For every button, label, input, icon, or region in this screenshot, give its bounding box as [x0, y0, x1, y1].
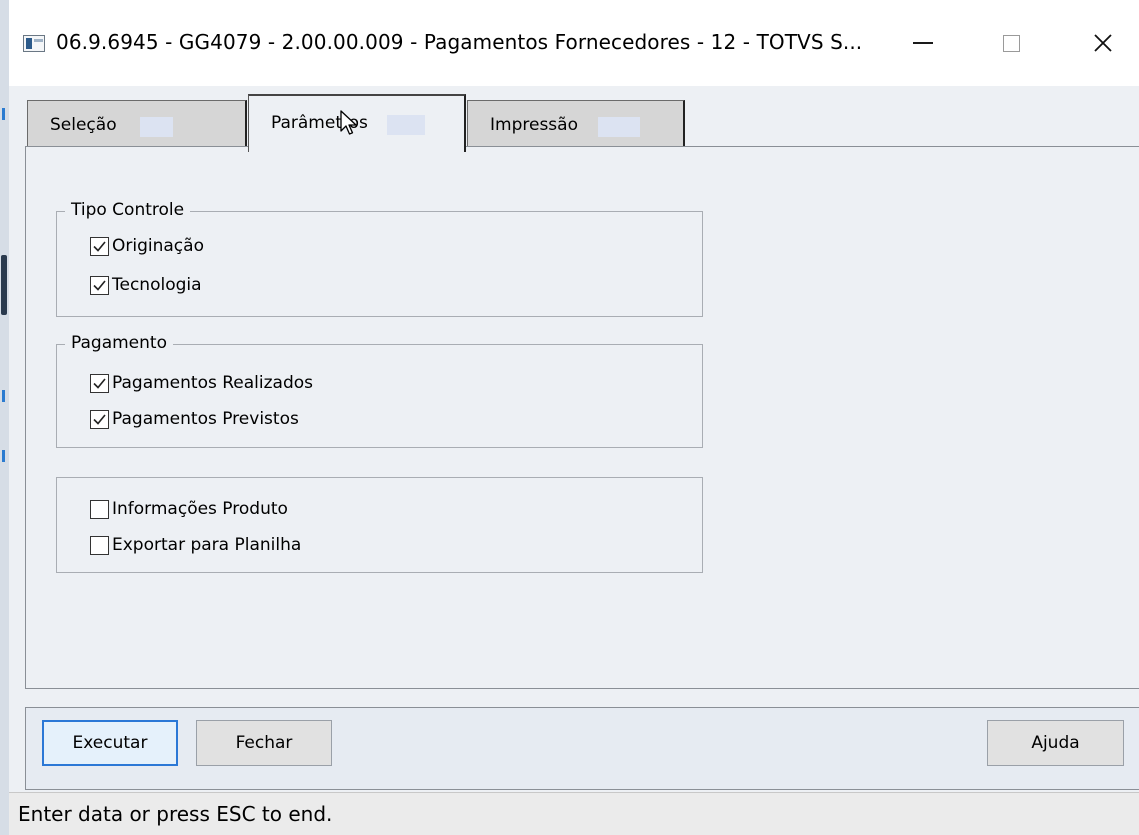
close-button[interactable]	[1079, 22, 1127, 64]
minimize-button[interactable]	[899, 22, 947, 64]
checkbox-unchecked-icon[interactable]	[90, 499, 109, 519]
checkbox-informacoes-produto[interactable]: Informações Produto	[90, 497, 288, 521]
tab-label: Parâmetros	[271, 113, 368, 133]
checkbox-exportar-planilha[interactable]: Exportar para Planilha	[90, 533, 301, 557]
checkbox-checked-icon[interactable]	[90, 236, 109, 256]
tab-highlight	[387, 115, 425, 135]
tab-impressao[interactable]: Impressão	[467, 100, 685, 148]
group-tipo-controle: Tipo Controle Originação Tecnologia	[56, 200, 703, 317]
checkbox-checked-icon[interactable]	[90, 275, 109, 295]
tab-highlight	[598, 117, 640, 137]
button-bar: Executar Fechar Ajuda	[25, 707, 1139, 790]
edge-accent	[1, 255, 7, 315]
tab-selecao[interactable]: Seleção	[27, 100, 247, 148]
edge-accent	[2, 390, 5, 402]
desktop-edge	[0, 0, 9, 835]
checkbox-pagamentos-realizados[interactable]: Pagamentos Realizados	[90, 371, 313, 395]
checkbox-tecnologia[interactable]: Tecnologia	[90, 273, 202, 297]
edge-accent	[2, 450, 5, 462]
maximize-button[interactable]	[987, 22, 1035, 64]
checkbox-label: Pagamentos Realizados	[112, 373, 313, 393]
tab-parametros[interactable]: Parâmetros	[248, 94, 466, 152]
checkbox-label: Originação	[112, 236, 204, 256]
status-text: Enter data or press ESC to end.	[18, 802, 333, 826]
executar-button[interactable]: Executar	[42, 720, 178, 766]
client-area: Seleção Impressão Parâmetros Tipo Contro…	[9, 86, 1139, 835]
status-bar: Enter data or press ESC to end.	[9, 792, 1139, 835]
group-title: Tipo Controle	[65, 200, 191, 220]
title-bar[interactable]: 06.9.6945 - GG4079 - 2.00.00.009 - Pagam…	[9, 0, 1139, 86]
group-outros: Informações Produto Exportar para Planil…	[56, 477, 703, 573]
tab-highlight	[140, 117, 173, 137]
app-window-icon[interactable]	[23, 35, 45, 52]
tab-label: Seleção	[50, 115, 117, 135]
close-icon	[1094, 34, 1112, 52]
checkbox-originacao[interactable]: Originação	[90, 234, 204, 258]
checkbox-pagamentos-previstos[interactable]: Pagamentos Previstos	[90, 407, 299, 431]
group-title: Pagamento	[65, 333, 173, 353]
group-pagamento: Pagamento Pagamentos Realizados Pagament…	[56, 333, 703, 448]
checkbox-label: Informações Produto	[112, 499, 288, 519]
checkbox-checked-icon[interactable]	[90, 409, 109, 429]
edge-accent	[2, 108, 5, 120]
fechar-button[interactable]: Fechar	[196, 720, 332, 766]
ajuda-button[interactable]: Ajuda	[987, 720, 1124, 766]
checkbox-checked-icon[interactable]	[90, 373, 109, 393]
checkbox-label: Tecnologia	[112, 275, 202, 295]
maximize-icon	[1002, 34, 1020, 52]
checkbox-unchecked-icon[interactable]	[90, 535, 109, 555]
checkbox-label: Exportar para Planilha	[112, 535, 302, 555]
tab-label: Impressão	[490, 115, 578, 135]
minimize-icon	[913, 42, 933, 44]
parameters-panel: Tipo Controle Originação Tecnologia Paga…	[25, 146, 1139, 689]
dialog-window: 06.9.6945 - GG4079 - 2.00.00.009 - Pagam…	[9, 0, 1139, 835]
checkbox-label: Pagamentos Previstos	[112, 409, 299, 429]
window-title: 06.9.6945 - GG4079 - 2.00.00.009 - Pagam…	[56, 30, 863, 54]
